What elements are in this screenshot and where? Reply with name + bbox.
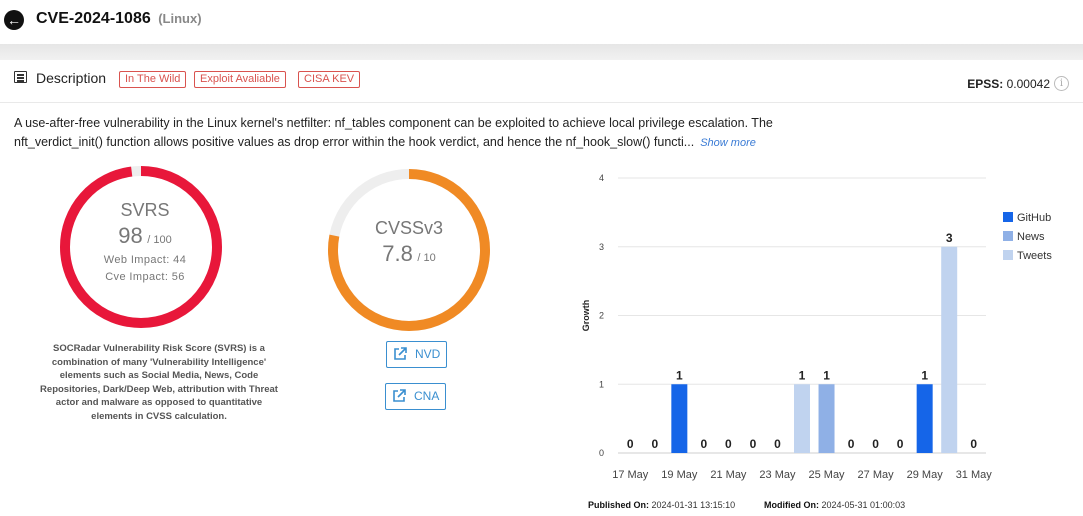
svrs-web-impact: Web Impact: 44 bbox=[103, 254, 187, 266]
modified-value: 2024-05-31 01:00:03 bbox=[821, 500, 906, 510]
data-label: 0 bbox=[970, 437, 977, 451]
description-text: A use-after-free vulnerability in the Li… bbox=[14, 114, 824, 153]
cvss-label: CVSSv3 7.8 / 10 bbox=[344, 218, 474, 267]
bar-tweets bbox=[941, 246, 958, 453]
y-axis-label: Growth bbox=[581, 300, 591, 332]
published-label: Published On: bbox=[588, 500, 650, 510]
info-icon[interactable]: i bbox=[1054, 76, 1069, 91]
page-title: CVE-2024-1086 (Linux) bbox=[36, 10, 202, 28]
legend-label-github: GitHub bbox=[1017, 212, 1052, 224]
y-tick-label: 0 bbox=[599, 448, 604, 458]
x-tick-label: 27 May bbox=[858, 469, 895, 481]
tag-cisa-kev[interactable]: CISA KEV bbox=[298, 71, 361, 88]
legend-tweets[interactable]: Tweets bbox=[1003, 249, 1052, 268]
svrs-cve-impact: Cve Impact: 56 bbox=[105, 271, 185, 283]
cna-button[interactable]: CNA bbox=[385, 383, 447, 410]
description-header: Description In The Wild Exploit Avaliabl… bbox=[0, 61, 1083, 103]
data-label: 3 bbox=[946, 231, 953, 245]
description-line-2: nft_verdict_init() function allows posit… bbox=[14, 133, 824, 153]
data-label: 0 bbox=[750, 437, 757, 451]
data-label: 0 bbox=[725, 437, 732, 451]
external-link-icon bbox=[394, 347, 407, 360]
legend-swatch-tweets bbox=[1003, 250, 1013, 260]
list-icon bbox=[14, 71, 27, 83]
cvss-title: CVSSv3 bbox=[374, 218, 444, 238]
chart-legend: GitHub News Tweets bbox=[1003, 211, 1052, 268]
data-label: 0 bbox=[627, 437, 634, 451]
data-label: 0 bbox=[701, 437, 708, 451]
data-label: 1 bbox=[676, 368, 683, 382]
description-line-2-text: nft_verdict_init() function allows posit… bbox=[14, 135, 695, 149]
svrs-label: SVRS 98 / 100 Web Impact: 44 Cve Impact:… bbox=[80, 200, 210, 286]
data-label: 0 bbox=[848, 437, 855, 451]
svrs-value: 98 bbox=[118, 223, 143, 248]
legend-news[interactable]: News bbox=[1003, 230, 1052, 249]
legend-label-news: News bbox=[1017, 231, 1045, 243]
y-tick-label: 3 bbox=[599, 242, 604, 252]
legend-github[interactable]: GitHub bbox=[1003, 211, 1052, 230]
description-line-1: A use-after-free vulnerability in the Li… bbox=[14, 116, 773, 130]
description-label: Description bbox=[36, 70, 107, 86]
cve-id: CVE-2024-1086 bbox=[36, 10, 151, 27]
x-tick-label: 29 May bbox=[907, 469, 944, 481]
legend-label-tweets: Tweets bbox=[1017, 250, 1052, 262]
data-label: 0 bbox=[651, 437, 658, 451]
data-label: 0 bbox=[897, 437, 904, 451]
svrs-max: / 100 bbox=[147, 234, 172, 246]
bar-tweets bbox=[794, 384, 810, 453]
cvss-value: 7.8 bbox=[382, 241, 413, 266]
nvd-button[interactable]: NVD bbox=[386, 341, 448, 368]
x-tick-label: 21 May bbox=[710, 469, 747, 481]
x-tick-label: 19 May bbox=[661, 469, 698, 481]
svrs-score: 98 / 100 bbox=[80, 223, 210, 249]
legend-swatch-news bbox=[1003, 231, 1013, 241]
back-arrow-icon[interactable]: ← bbox=[4, 10, 24, 30]
external-link-icon bbox=[393, 389, 406, 402]
y-tick-label: 2 bbox=[599, 311, 604, 321]
data-label: 1 bbox=[799, 368, 806, 382]
y-tick-label: 1 bbox=[599, 379, 604, 389]
svrs-title: SVRS bbox=[120, 200, 170, 220]
x-tick-label: 31 May bbox=[956, 469, 993, 481]
epss-value: 0.00042 bbox=[1006, 77, 1050, 91]
cve-vendor: (Linux) bbox=[158, 11, 202, 26]
header-divider bbox=[0, 44, 1083, 60]
cna-label: CNA bbox=[414, 389, 440, 403]
legend-swatch-github bbox=[1003, 212, 1013, 222]
x-tick-label: 23 May bbox=[759, 469, 796, 481]
top-bar: ← CVE-2024-1086 (Linux) bbox=[0, 0, 1083, 44]
epss-score: EPSS: 0.00042 bbox=[967, 77, 1050, 91]
tag-exploit-available[interactable]: Exploit Avaliable bbox=[194, 71, 286, 88]
bar-github bbox=[916, 384, 933, 453]
bar-news bbox=[818, 384, 835, 453]
x-tick-label: 17 May bbox=[612, 469, 649, 481]
growth-chart: 0 1 2 3 4 Growth 0 0 1 0 0 0 0 1 1 0 0 0 1 3 0 17 May 19 May 21… bbox=[581, 173, 993, 481]
data-label: 1 bbox=[921, 368, 928, 382]
epss-label: EPSS: bbox=[967, 77, 1004, 91]
modified-date: Modified On: 2024-05-31 01:00:03 bbox=[764, 500, 905, 510]
svrs-note: SOCRadar Vulnerability Risk Score (SVRS)… bbox=[40, 343, 278, 422]
bar-github bbox=[671, 384, 688, 453]
y-tick-label: 4 bbox=[599, 173, 604, 183]
published-value: 2024-01-31 13:15:10 bbox=[651, 500, 736, 510]
x-tick-label: 25 May bbox=[808, 469, 845, 481]
data-label: 1 bbox=[823, 368, 830, 382]
data-label: 0 bbox=[872, 437, 879, 451]
show-more-link[interactable]: Show more bbox=[700, 137, 756, 149]
nvd-label: NVD bbox=[415, 347, 441, 361]
data-label: 0 bbox=[774, 437, 781, 451]
cvss-score: 7.8 / 10 bbox=[344, 241, 474, 267]
tag-in-the-wild[interactable]: In The Wild bbox=[119, 71, 187, 88]
modified-label: Modified On: bbox=[764, 500, 819, 510]
published-date: Published On: 2024-01-31 13:15:10 bbox=[588, 500, 735, 510]
cvss-max: / 10 bbox=[417, 252, 436, 264]
